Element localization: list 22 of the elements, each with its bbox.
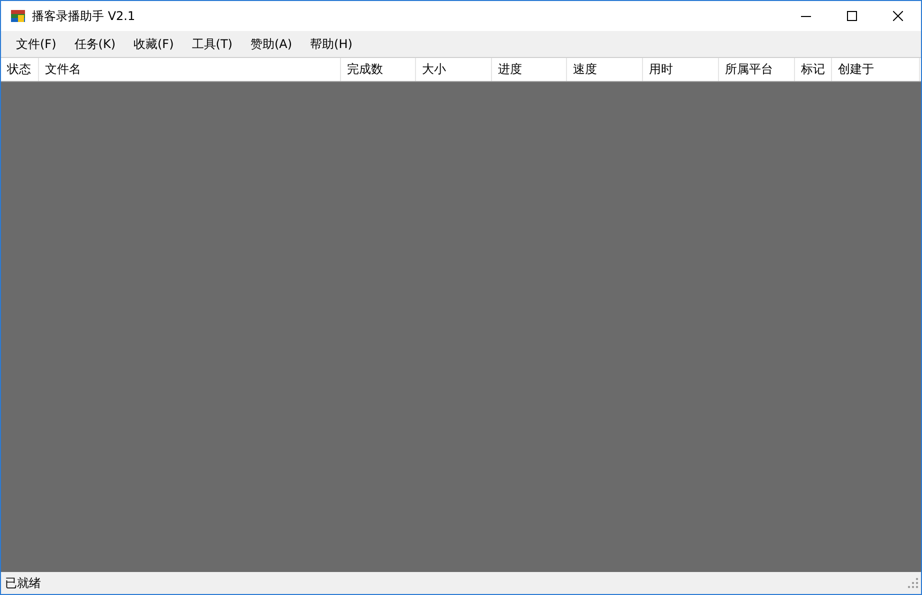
column-header[interactable]: 速度 bbox=[567, 58, 643, 81]
close-icon bbox=[893, 11, 903, 21]
menu-item[interactable]: 文件(F) bbox=[8, 32, 64, 56]
status-text: 已就绪 bbox=[5, 574, 41, 592]
column-header[interactable]: 状态 bbox=[1, 58, 39, 81]
menu-item[interactable]: 帮助(H) bbox=[302, 32, 360, 56]
column-header[interactable]: 标记 bbox=[795, 58, 832, 81]
menu-item[interactable]: 赞助(A) bbox=[242, 32, 300, 56]
column-header[interactable]: 大小 bbox=[416, 58, 492, 81]
resize-grip-icon[interactable] bbox=[908, 578, 918, 588]
menu-item[interactable]: 收藏(F) bbox=[126, 32, 182, 56]
column-header[interactable]: 创建于 bbox=[832, 58, 920, 81]
window-title: 播客录播助手 V2.1 bbox=[32, 8, 136, 24]
column-header[interactable]: 文件名 bbox=[39, 58, 341, 81]
column-header[interactable]: 所属平台 bbox=[719, 58, 795, 81]
app-icon bbox=[10, 8, 26, 24]
menu-item[interactable]: 任务(K) bbox=[66, 32, 124, 56]
column-header[interactable]: 完成数 bbox=[341, 58, 416, 81]
maximize-icon bbox=[847, 11, 857, 21]
column-header[interactable]: 进度 bbox=[492, 58, 567, 81]
menu-item[interactable]: 工具(T) bbox=[184, 32, 240, 56]
column-header[interactable]: 用时 bbox=[643, 58, 719, 81]
